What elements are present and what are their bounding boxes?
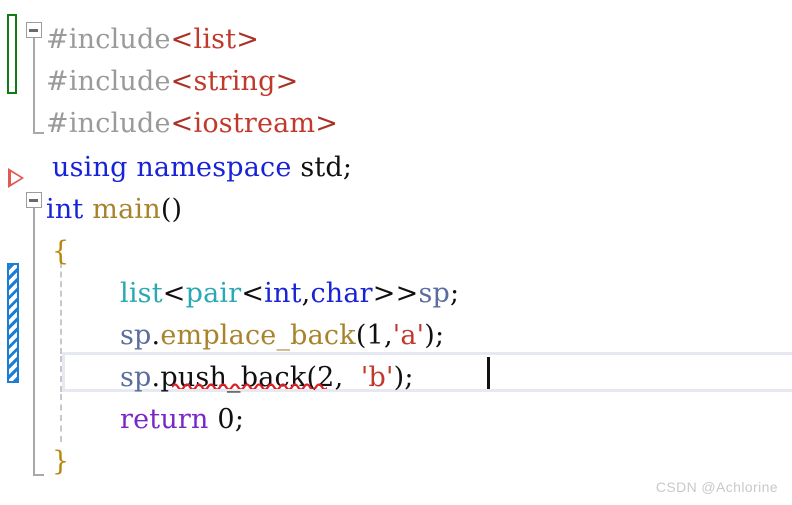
code-line[interactable]: #include<string> (0, 58, 792, 100)
code-line-text: #include<iostream> (46, 103, 338, 145)
code-token: sp (120, 362, 152, 393)
code-token: ) (424, 320, 436, 351)
code-line[interactable]: #include<iostream> (0, 100, 792, 142)
code-line[interactable]: list<pair<int,char>>sp; (0, 270, 792, 312)
code-token: list (193, 24, 237, 55)
code-token: ; (435, 320, 445, 351)
code-content[interactable]: #include<list> #include<string> #include<i… (0, 0, 792, 505)
error-squiggle-icon (172, 383, 327, 389)
code-token: { (52, 236, 70, 267)
code-token: using namespace (52, 152, 292, 183)
code-line-text: sp.push_back(2, 'b'); (120, 357, 414, 399)
code-line[interactable]: using namespace std; (0, 144, 792, 186)
code-token: < (162, 278, 186, 309)
code-line[interactable]: { (0, 228, 792, 270)
code-line-text: #include<string> (46, 61, 298, 103)
code-token: < (170, 66, 194, 97)
code-token: 1 (366, 320, 384, 351)
code-line[interactable]: sp.emplace_back(1,'a'); (0, 312, 792, 354)
code-line-text: return 0; (120, 399, 244, 441)
code-line[interactable]: } (0, 438, 792, 480)
watermark-text: CSDN @Achlorine (655, 479, 778, 495)
code-token: char (310, 278, 373, 309)
code-token: main (92, 194, 161, 225)
code-line[interactable]: sp.push_back(2, 'b'); (0, 354, 792, 396)
code-token: 'a' (392, 320, 425, 351)
code-token: } (52, 446, 70, 477)
code-token: > (236, 24, 260, 55)
code-editor[interactable]: #include<list> #include<string> #include<i… (0, 0, 792, 505)
text-caret (487, 357, 490, 389)
code-token: ; (342, 152, 353, 183)
code-line-text: { (52, 231, 69, 273)
code-token: < (170, 24, 194, 55)
code-token: iostream (193, 108, 316, 139)
code-line[interactable]: return 0; (0, 396, 792, 438)
code-line-text: using namespace std; (52, 147, 352, 189)
code-token: > (315, 108, 339, 139)
code-token: string (193, 66, 276, 97)
code-token: >> (372, 278, 419, 309)
code-line-text: #include<list> (46, 19, 259, 61)
code-token: std (291, 152, 343, 183)
code-token: pair (185, 278, 242, 309)
code-line-text: sp.emplace_back(1,'a'); (120, 315, 444, 357)
code-token: #include (46, 24, 171, 55)
code-token: ; (234, 404, 245, 435)
code-token: 0 (217, 404, 235, 435)
code-token: ( (355, 320, 367, 351)
code-token: () (160, 194, 183, 225)
code-line[interactable]: #include<list> (0, 16, 792, 58)
code-line-text: } (52, 441, 69, 483)
code-token: 'b' (360, 362, 394, 393)
code-token: sp (120, 320, 152, 351)
code-line-text: int main() (46, 189, 182, 231)
code-token: , (383, 320, 393, 351)
code-token: #include (46, 66, 171, 97)
code-token: ; (449, 278, 460, 309)
code-token: emplace_back (160, 320, 356, 351)
code-token: return (120, 404, 209, 435)
code-token: sp (418, 278, 450, 309)
code-token: int (46, 194, 84, 225)
code-token: list (120, 278, 163, 309)
code-token: ) (393, 362, 405, 393)
code-token: ; (404, 362, 414, 393)
code-line-text: list<pair<int,char>>sp; (120, 273, 459, 315)
code-token: < (241, 278, 265, 309)
code-token: < (170, 108, 194, 139)
code-line[interactable]: int main() (0, 186, 792, 228)
code-token: , (334, 362, 361, 393)
code-token: int (264, 278, 302, 309)
code-token: > (275, 66, 299, 97)
code-token: #include (46, 108, 171, 139)
